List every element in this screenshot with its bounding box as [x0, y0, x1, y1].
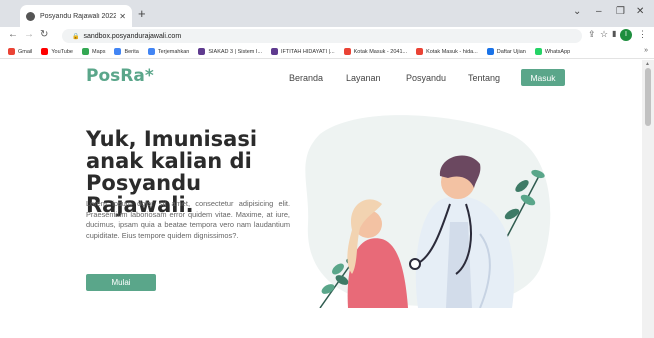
bookmark-item[interactable]: SIAKAD 3 | Sistem I... [198, 48, 262, 55]
page-scrollbar[interactable]: ▲ [642, 60, 654, 338]
site-favicon-icon [26, 11, 35, 21]
bookmark-item[interactable]: Berita [114, 48, 139, 55]
bookmark-label: Berita [124, 48, 139, 55]
login-button[interactable]: Masuk [521, 69, 565, 86]
bookmarks-bar: Gmail YouTube Maps Berita Terjemahkan SIAKAD … [0, 45, 654, 59]
doctor-patient-illustration [305, 115, 551, 308]
bookmark-item[interactable]: Kotak Masuk - hida... [416, 48, 478, 55]
bookmark-item[interactable]: YouTube [41, 48, 73, 55]
nav-link-posyandu[interactable]: Posyandu [406, 73, 446, 83]
bookmark-label: YouTube [51, 48, 73, 55]
bookmark-label: Gmail [18, 48, 33, 55]
bookmark-favicon-icon [147, 48, 155, 55]
back-icon[interactable]: ← [8, 29, 18, 40]
url-text: sandbox.posyandurajawali.com [83, 32, 182, 40]
site-logo[interactable]: PosRa* [86, 66, 154, 86]
bookmark-item[interactable]: IFTITAH HIDAYATI |... [271, 48, 335, 55]
bookmark-item[interactable]: Maps [82, 48, 105, 55]
menu-kebab-icon[interactable]: ⋮ [638, 29, 647, 40]
start-button[interactable]: Mulai [86, 274, 156, 291]
bookmark-favicon-icon [416, 48, 424, 55]
bookmark-item[interactable]: Kotak Masuk - 2041... [343, 48, 408, 55]
bookmark-label: WhatsApp [544, 48, 571, 55]
bookmark-label: IFTITAH HIDAYATI |... [281, 48, 335, 55]
profile-avatar[interactable]: I [620, 29, 632, 41]
lock-icon: 🔒 [72, 33, 80, 40]
bookmark-label: Daftar Ujian [496, 48, 526, 55]
bookmark-favicon-icon [114, 48, 122, 55]
bookmark-label: Kotak Masuk - 2041... [353, 48, 408, 55]
reload-icon[interactable]: ↻ [40, 29, 48, 40]
forward-icon[interactable]: → [24, 29, 34, 40]
bookmark-favicon-icon [271, 48, 279, 55]
new-tab-button[interactable]: + [138, 6, 146, 21]
address-bar[interactable]: 🔒 sandbox.posyandurajawali.com [62, 29, 582, 43]
side-panel-icon[interactable]: ▮ [612, 29, 616, 38]
restore-icon[interactable]: ❐ [616, 6, 625, 17]
hero-description: Lorem ipsum dolor sit amet, consectetur … [86, 199, 290, 240]
nav-link-tentang[interactable]: Tentang [468, 73, 500, 83]
bookmark-label: SIAKAD 3 | Sistem I... [208, 48, 263, 55]
bookmark-favicon-icon [534, 48, 542, 55]
minimize-icon[interactable]: – [596, 6, 602, 17]
share-icon[interactable]: ⇪ [588, 29, 596, 40]
tab-search-chevron-icon[interactable]: ⌄ [573, 6, 581, 17]
bookmark-favicon-icon [82, 48, 89, 55]
bookmark-item[interactable]: Terjemahkan [147, 48, 190, 55]
bookmark-item[interactable]: Gmail [8, 48, 32, 55]
bookmark-favicon-icon [486, 48, 494, 55]
bookmark-favicon-icon [8, 48, 15, 55]
nav-link-beranda[interactable]: Beranda [289, 73, 323, 83]
more-bookmarks-icon[interactable]: » [644, 47, 648, 54]
scroll-up-icon[interactable]: ▲ [645, 61, 650, 67]
bookmark-label: Kotak Masuk - hida... [426, 48, 478, 55]
bookmark-favicon-icon [41, 48, 49, 55]
bookmark-star-icon[interactable]: ☆ [600, 29, 608, 40]
tab-close-icon[interactable]: ✕ [119, 12, 126, 21]
scrollbar-thumb[interactable] [645, 68, 651, 126]
bookmark-favicon-icon [343, 48, 351, 55]
bookmark-label: Maps [92, 48, 106, 55]
bookmark-favicon-icon [198, 48, 206, 55]
web-page: PosRa* Beranda Layanan Posyandu Tentang … [0, 60, 642, 338]
bookmark-item[interactable]: Daftar Ujian [486, 48, 526, 55]
close-window-icon[interactable]: ✕ [636, 6, 644, 17]
browser-tab-strip: Posyandu Rajawali 2022 | Posyan ✕ + ⌄ – … [0, 0, 654, 27]
bookmark-item[interactable]: WhatsApp [534, 48, 571, 55]
browser-tab[interactable]: Posyandu Rajawali 2022 | Posyan ✕ [20, 5, 132, 27]
bookmark-label: Terjemahkan [157, 48, 190, 55]
nav-link-layanan[interactable]: Layanan [346, 73, 381, 83]
tab-title: Posyandu Rajawali 2022 | Posyan [40, 12, 117, 20]
